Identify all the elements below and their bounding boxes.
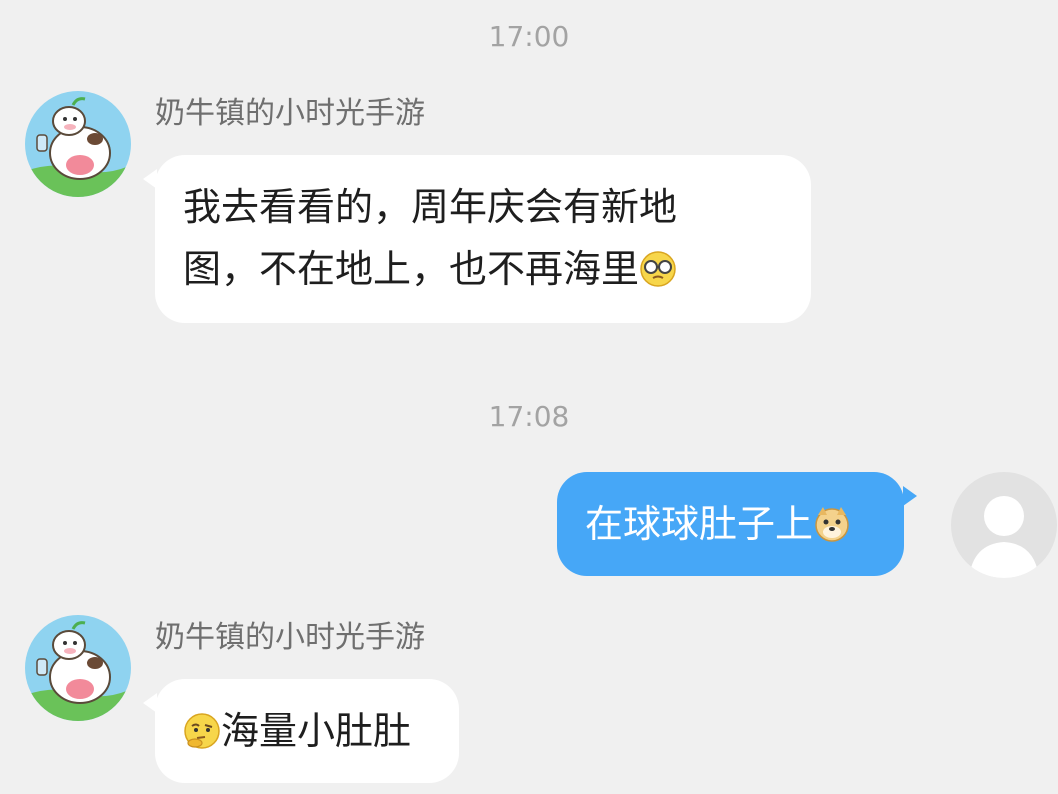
message-bubble-outgoing[interactable]: 在球球肚子上 (557, 472, 904, 576)
sender-name: 奶牛镇的小时光手游 (155, 96, 425, 131)
doge-emoji (813, 505, 851, 543)
message-text-line-part: 海量小肚肚 (221, 709, 412, 753)
timestamp: 17:08 (488, 400, 570, 433)
message-bubble-incoming[interactable]: 我去看看的，周年庆会有新地 图，不在地上，也不再海里 (155, 155, 811, 323)
message-bubble-incoming[interactable]: 海量小肚肚 (155, 679, 459, 783)
bubble-tail (903, 486, 917, 506)
message-text-line: 在球球肚子上 (585, 493, 876, 555)
message-text-line-part: 图，不在地上，也不再海里 (183, 247, 640, 291)
message-text-line: 我去看看的，周年庆会有新地 (183, 185, 678, 229)
message-text-line: 海量小肚肚 (183, 700, 431, 762)
default-user-avatar[interactable] (951, 472, 1057, 578)
message-text-line-part: 在球球肚子上 (585, 502, 814, 546)
thinking-face-emoji (183, 712, 221, 750)
glasses-face-emoji (639, 250, 677, 288)
message-text-line: 图，不在地上，也不再海里 (183, 238, 783, 300)
timestamp: 17:00 (488, 20, 570, 53)
sender-name: 奶牛镇的小时光手游 (155, 620, 425, 655)
cow-avatar[interactable] (25, 91, 131, 197)
cow-avatar[interactable] (25, 615, 131, 721)
